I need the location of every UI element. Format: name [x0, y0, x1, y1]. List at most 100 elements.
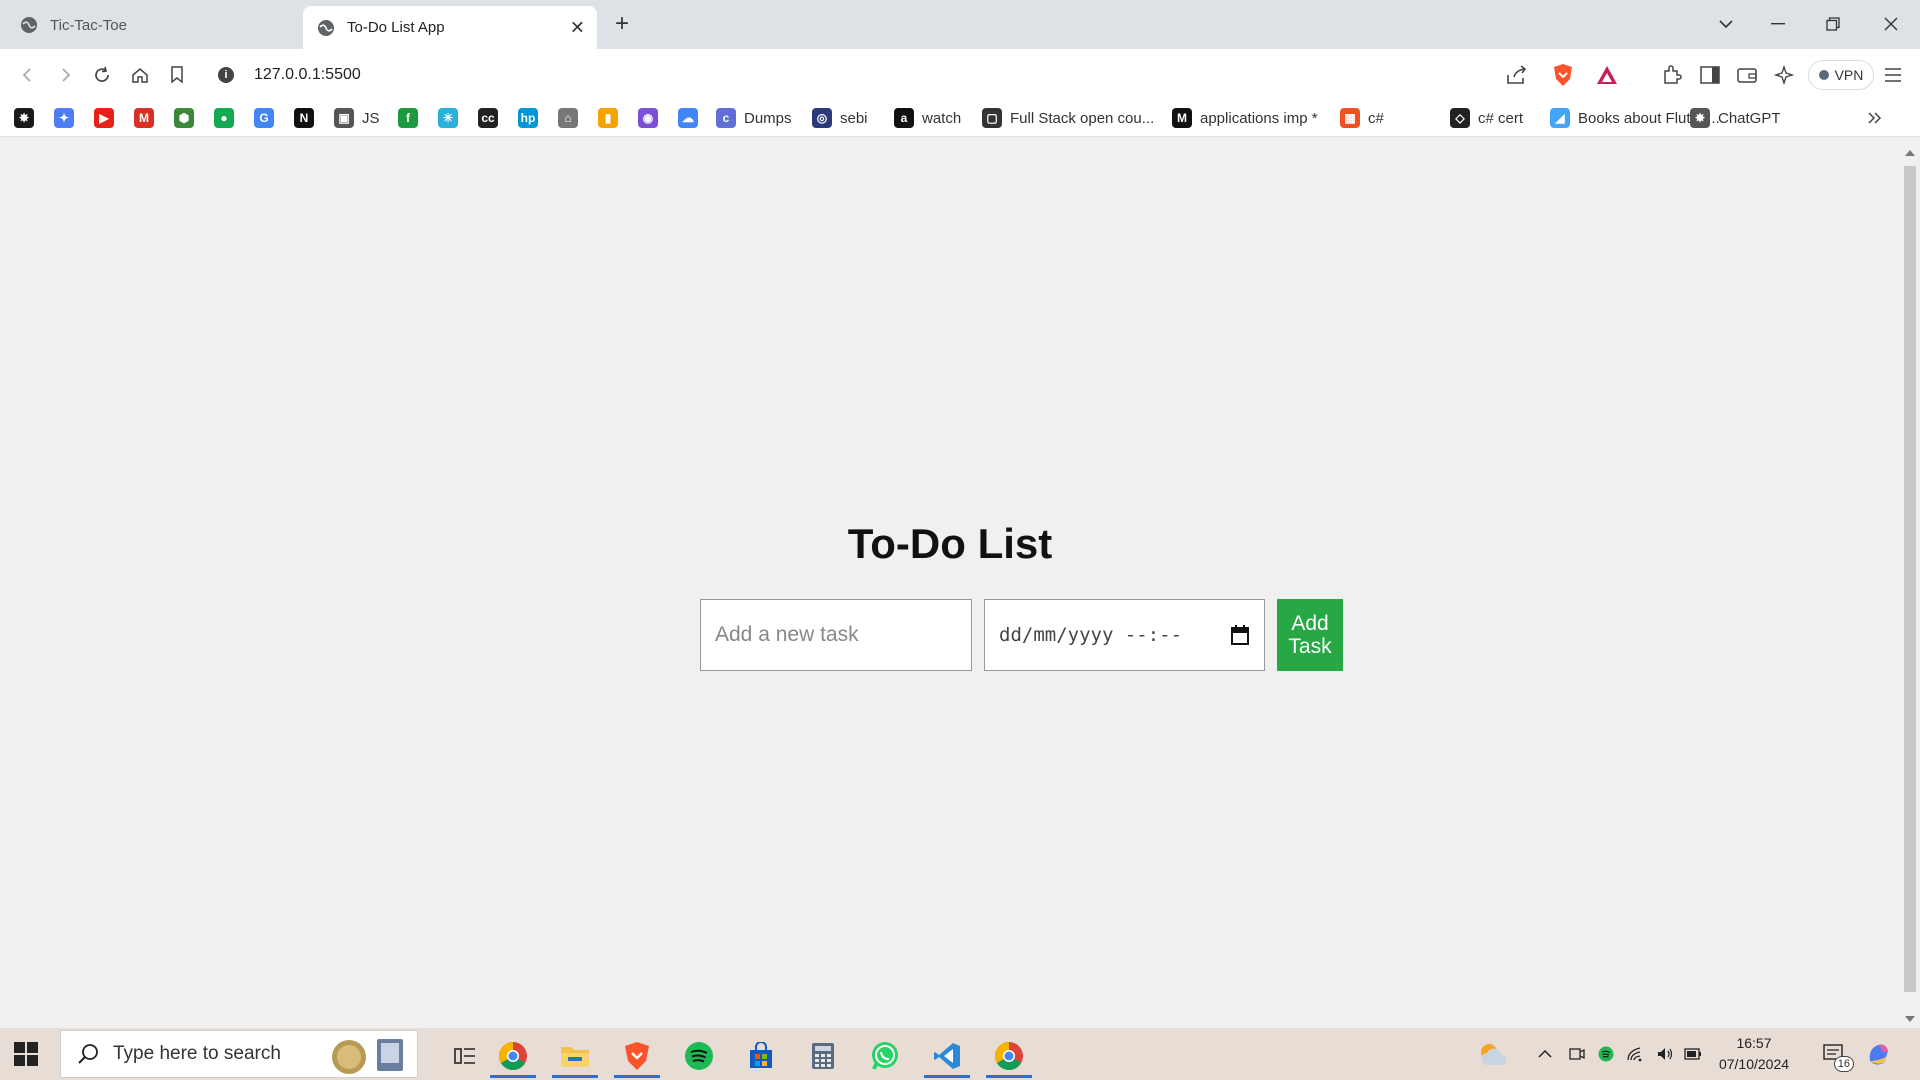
network-icon[interactable]	[1624, 1040, 1646, 1068]
new-tab-button[interactable]: +	[608, 10, 636, 38]
bookmark-item[interactable]: M	[134, 107, 154, 129]
bookmark-button[interactable]	[163, 61, 191, 89]
bookmark-item[interactable]: ✸ ChatGPT	[1690, 107, 1781, 129]
fullstack-icon: ▢	[982, 108, 1002, 128]
page-title: To-Do List	[847, 520, 1053, 567]
weather-icon[interactable]	[1474, 1040, 1510, 1068]
bookmark-item[interactable]: N	[294, 107, 314, 129]
extensions-icon[interactable]	[1659, 62, 1685, 88]
whatsapp-icon[interactable]	[858, 1034, 912, 1078]
chrome-profile-taskbar-icon[interactable]	[982, 1034, 1036, 1078]
spotify-taskbar-icon[interactable]	[672, 1034, 726, 1078]
bookmark-item[interactable]: ▦ c#	[1340, 107, 1384, 129]
share-icon[interactable]	[1504, 62, 1530, 88]
meet-now-icon[interactable]	[1566, 1040, 1588, 1068]
windows-start-icon[interactable]	[14, 1042, 38, 1066]
scroll-up-icon[interactable]	[1905, 150, 1915, 156]
task-input[interactable]	[700, 599, 972, 671]
back-button[interactable]	[14, 61, 42, 89]
bookmark-item[interactable]: ✳	[438, 107, 458, 129]
bookmark-item[interactable]: G	[254, 107, 274, 129]
bookmark-label: watch	[922, 109, 962, 127]
more-bookmarks-icon[interactable]	[1862, 105, 1888, 131]
medium-icon: M	[1172, 108, 1192, 128]
notifications-icon[interactable]: 16	[1818, 1040, 1854, 1072]
menu-icon[interactable]	[1880, 62, 1906, 88]
bookmark-item[interactable]: ▣ JS	[334, 107, 380, 129]
task-view-icon[interactable]	[438, 1034, 492, 1078]
address-bar[interactable]: i 127.0.0.1:5500	[206, 57, 1643, 93]
bookmark-item[interactable]: ✸	[14, 107, 34, 129]
search-icon	[78, 1044, 98, 1064]
page-viewport	[0, 138, 1900, 1028]
close-window-button[interactable]	[1871, 8, 1911, 40]
reload-button[interactable]	[88, 61, 116, 89]
bookmark-item[interactable]: ☁	[678, 107, 698, 129]
brave-taskbar-icon[interactable]	[610, 1034, 664, 1078]
bookmark-item[interactable]: a watch	[894, 107, 961, 129]
restore-button[interactable]	[1813, 8, 1853, 40]
brave-shields-icon[interactable]	[1550, 62, 1576, 88]
copilot-icon[interactable]	[1862, 1040, 1896, 1068]
minimize-button[interactable]	[1758, 8, 1798, 40]
chrome-taskbar-icon[interactable]	[486, 1034, 540, 1078]
taskbar-clock[interactable]: 16:57 07/10/2024	[1700, 1033, 1808, 1075]
sidebar-icon[interactable]	[1697, 62, 1723, 88]
clock-time: 16:57	[1736, 1035, 1772, 1051]
spotify-tray-icon[interactable]	[1595, 1040, 1617, 1068]
address-url[interactable]: 127.0.0.1:5500	[254, 66, 361, 84]
freecodecamp-icon: f	[398, 108, 418, 128]
leo-ai-icon[interactable]	[1771, 62, 1797, 88]
scroll-down-icon[interactable]	[1905, 1016, 1915, 1022]
bookmark-label: sebi	[840, 109, 868, 127]
tab-tic-tac-toe[interactable]: Tic-Tac-Toe	[6, 6, 296, 44]
datetime-input[interactable]: dd/mm/yyyy --:--	[984, 599, 1265, 671]
scrollbar-thumb[interactable]	[1904, 166, 1916, 992]
bookmark-item[interactable]: ⬢	[174, 107, 194, 129]
site-info-icon[interactable]: i	[218, 67, 234, 83]
bookmark-item[interactable]: ▶	[94, 107, 114, 129]
vpn-status-icon	[1818, 70, 1829, 80]
show-hidden-icons-icon[interactable]	[1534, 1040, 1556, 1068]
bookmark-item[interactable]: ◇ c# cert	[1450, 107, 1523, 129]
tab-strip: Tic-Tac-Toe To-Do List App ✕ +	[0, 0, 1920, 49]
notion-icon: N	[294, 108, 314, 128]
bookmark-item[interactable]: ✦	[54, 107, 74, 129]
bookmark-item[interactable]: ▮	[598, 107, 618, 129]
bookmark-item[interactable]: c Dumps	[716, 107, 792, 129]
gemini-icon: ✦	[54, 108, 74, 128]
tab-to-do-list-app[interactable]: To-Do List App ✕	[303, 6, 597, 49]
microsoft-icon: ▦	[1340, 108, 1360, 128]
bookmark-label: ChatGPT	[1718, 109, 1781, 127]
wallet-icon[interactable]	[1734, 62, 1760, 88]
calendar-icon[interactable]	[1230, 624, 1250, 646]
notification-count-badge: 16	[1833, 1056, 1854, 1072]
vscode-icon[interactable]	[920, 1034, 974, 1078]
file-explorer-icon[interactable]	[548, 1034, 602, 1078]
amazon-icon: a	[894, 108, 914, 128]
bookmark-item[interactable]: ◉	[638, 107, 658, 129]
flutter-icon: ◢	[1550, 108, 1570, 128]
home-button[interactable]	[126, 61, 154, 89]
tab-search-icon[interactable]	[1706, 8, 1746, 40]
bookmark-item[interactable]: ◎ sebi	[812, 107, 868, 129]
close-tab-icon[interactable]: ✕	[570, 17, 585, 38]
taskbar-search[interactable]: Type here to search	[60, 1030, 418, 1078]
calculator-icon[interactable]	[796, 1034, 850, 1078]
vertical-scrollbar[interactable]	[1900, 138, 1920, 1028]
add-task-button[interactable]: Add Task	[1277, 599, 1343, 671]
bookmark-item[interactable]: cc	[478, 107, 498, 129]
bookmark-item[interactable]: Mapplications imp *	[1172, 107, 1318, 129]
bookmark-item[interactable]: ▢ Full Stack open cou...	[982, 107, 1154, 129]
microsoft-store-icon[interactable]	[734, 1034, 788, 1078]
brave-rewards-icon[interactable]	[1594, 62, 1620, 88]
forward-button[interactable]	[51, 61, 79, 89]
bookmark-item[interactable]: ●	[214, 107, 234, 129]
vpn-button[interactable]: VPN	[1808, 60, 1874, 90]
bookmark-item[interactable]: hp	[518, 107, 538, 129]
datetime-placeholder: dd/mm/yyyy --:--	[999, 624, 1183, 646]
bookmark-item[interactable]: f	[398, 107, 418, 129]
bookmark-label: c# cert	[1478, 109, 1524, 127]
bookmark-item[interactable]: ⌂	[558, 107, 578, 129]
volume-icon[interactable]	[1654, 1040, 1676, 1068]
